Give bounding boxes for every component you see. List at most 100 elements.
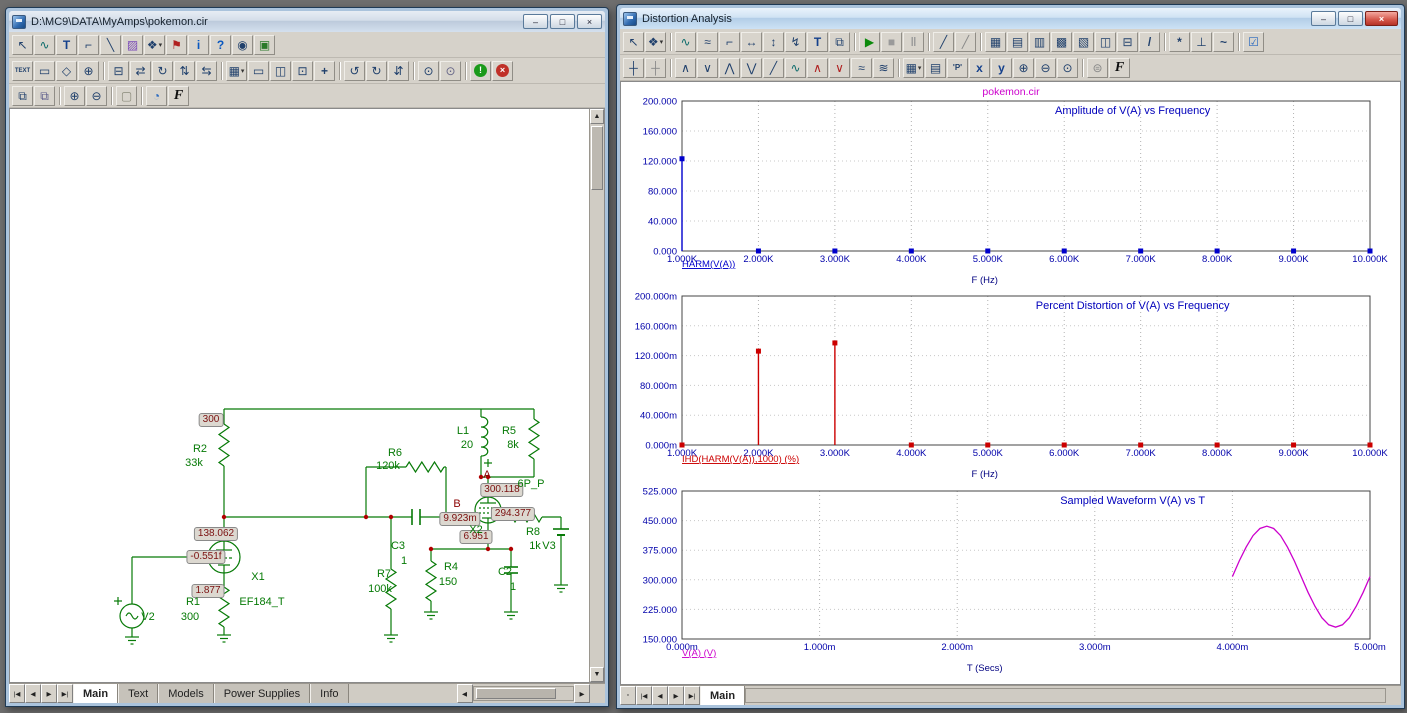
pause-button[interactable]: ‖ (903, 32, 924, 52)
options-button[interactable]: ☑ (1243, 32, 1264, 52)
grid-fill-toggle[interactable]: ▩ (1051, 32, 1072, 52)
tab-nav-button-2[interactable]: ▶ (41, 684, 57, 703)
component-label[interactable]: 150 (439, 576, 457, 588)
smooth-tool[interactable]: ≈ (697, 32, 718, 52)
grid-options[interactable]: ▦▾ (226, 61, 247, 81)
text-tool[interactable]: T (807, 32, 828, 52)
vertical-scroll-thumb[interactable] (591, 126, 603, 190)
tab-nav-button-3[interactable]: ▶ (668, 686, 684, 705)
schematic-titlebar[interactable]: D:\MC9\DATA\MyAmps\pokemon.cir – □ × (9, 11, 605, 32)
horizontal-scroll-thumb[interactable] (476, 688, 556, 699)
go-to-x-button[interactable]: x (969, 58, 990, 78)
component-label[interactable]: 1 (510, 581, 516, 593)
schematic-canvas[interactable]: 300R233k138.062-0.551f1.877X1EF184_TR130… (9, 108, 605, 683)
component-label[interactable]: 1k (529, 540, 541, 552)
component-label[interactable]: R4 (444, 561, 458, 573)
component-label[interactable]: R6 (388, 447, 402, 459)
component-label[interactable]: L1 (457, 425, 469, 437)
tab-info[interactable]: Info (310, 684, 348, 703)
component-label[interactable]: R1 (186, 596, 200, 608)
component-label[interactable]: R7 (377, 568, 391, 580)
component-label[interactable]: X2 (469, 524, 482, 536)
low-tool[interactable]: ⋁ (741, 58, 762, 78)
step-box-tool[interactable]: ⊟ (108, 61, 129, 81)
measure-horizontal-tool[interactable]: ↔ (741, 32, 762, 52)
component-label[interactable]: 120k (376, 460, 400, 472)
minimize-button[interactable]: – (1311, 11, 1336, 26)
format-button[interactable]: F (168, 86, 189, 106)
series-label[interactable]: HARM(V(A)) (682, 259, 735, 270)
tab-text[interactable]: Text (118, 684, 158, 703)
wave-top-tool[interactable]: ≈ (851, 58, 872, 78)
go-to-y-button[interactable]: y (991, 58, 1012, 78)
rotate-tool[interactable]: ↻ (152, 61, 173, 81)
hscroll-left-button[interactable]: ◀ (457, 684, 473, 703)
anchor-tool[interactable]: ⊥ (1191, 32, 1212, 52)
tab-nav-button-1[interactable]: |◀ (636, 686, 652, 705)
component-label[interactable]: R8 (526, 526, 540, 538)
prev-simulation-point[interactable]: ┼ (645, 58, 666, 78)
folder-button[interactable]: ▢ (116, 86, 137, 106)
close-button[interactable]: × (1365, 11, 1398, 26)
zoom-out-button[interactable]: ⊖ (86, 86, 107, 106)
node-name-label[interactable]: A (483, 469, 490, 481)
node-name-label[interactable]: B (453, 498, 460, 510)
border-toggle[interactable]: ▭ (248, 61, 269, 81)
analysis-titlebar[interactable]: Distortion Analysis – □ × (620, 8, 1401, 29)
tab-nav-button-3[interactable]: ▶| (57, 684, 73, 703)
node-voltage-box[interactable]: -0.551f (186, 550, 225, 564)
component-label[interactable]: 300 (181, 611, 199, 623)
node-snap-tool[interactable]: ⊕ (78, 61, 99, 81)
step-tool[interactable]: ⌐ (719, 32, 740, 52)
pan-tool[interactable]: + (314, 61, 335, 81)
rotate-ccw-tool[interactable]: ↺ (344, 61, 365, 81)
tab-models[interactable]: Models (158, 684, 213, 703)
component-label[interactable]: 8k (507, 439, 519, 451)
swap-pages-tool[interactable]: ⇵ (388, 61, 409, 81)
find-tool[interactable]: ⊙ (418, 61, 439, 81)
clipboard-tool[interactable]: ⧉ (829, 32, 850, 52)
line-tool[interactable]: ╲ (100, 35, 121, 55)
panel-toggle[interactable]: ◫ (1095, 32, 1116, 52)
component-label[interactable]: V2 (141, 611, 154, 623)
flip-horizontal-tool[interactable]: ⇆ (196, 61, 217, 81)
series-label[interactable]: V(A) (V) (682, 648, 716, 659)
find-next-tool[interactable]: ⊙ (440, 61, 461, 81)
flip-vertical-tool[interactable]: ⇅ (174, 61, 195, 81)
inflection-tool[interactable]: ∿ (785, 58, 806, 78)
check-button[interactable]: ! (470, 61, 491, 81)
minimize-button[interactable]: – (523, 14, 548, 29)
diamond-tool[interactable]: ◇ (56, 61, 77, 81)
node-voltage-box[interactable]: 294.377 (491, 507, 535, 521)
image-tool[interactable]: ▣ (254, 35, 275, 55)
horizontal-scroll-track[interactable] (473, 686, 574, 701)
scroll-down-button[interactable]: ▼ (590, 667, 604, 682)
component-label[interactable]: R5 (502, 425, 516, 437)
slope-tool[interactable]: ╱ (763, 58, 784, 78)
global-high-tool[interactable]: ∧ (807, 58, 828, 78)
flag-tool[interactable]: ⚑ (166, 35, 187, 55)
peak-tool[interactable]: ∧ (675, 58, 696, 78)
rotate-cw-tool[interactable]: ↻ (366, 61, 387, 81)
wave-bottom-tool[interactable]: ≋ (873, 58, 894, 78)
format-button[interactable]: F (1109, 58, 1130, 78)
component-label[interactable]: 6P_P (518, 478, 545, 490)
tab-nav-button-2[interactable]: ◀ (652, 686, 668, 705)
hscroll-right-button[interactable]: ▶ (574, 684, 590, 703)
vertical-scrollbar[interactable]: ▲ ▼ (589, 109, 604, 682)
zoom-in-button[interactable]: ⊕ (1013, 58, 1034, 78)
browse-tool[interactable]: ◉ (232, 35, 253, 55)
component-label[interactable]: C2 (498, 566, 512, 578)
analysis-plot-canvas[interactable]: pokemon.cir0.00040.00080.000120.000160.0… (620, 81, 1401, 685)
text-stencil-tool[interactable]: TEXT (12, 61, 33, 81)
component-picker[interactable]: ❖▾ (645, 32, 666, 52)
mirror-tool[interactable]: ⇄ (130, 61, 151, 81)
tab-nav-button-0[interactable]: ▫ (620, 686, 636, 705)
close-button[interactable]: × (577, 14, 602, 29)
wave-tool[interactable]: ~ (1213, 32, 1234, 52)
baseline-toggle[interactable]: ▧ (1073, 32, 1094, 52)
tab-main[interactable]: Main (700, 686, 745, 705)
global-low-tool[interactable]: ∨ (829, 58, 850, 78)
component-picker[interactable]: ❖▾ (144, 35, 165, 55)
select-tool[interactable]: ↖ (623, 32, 644, 52)
